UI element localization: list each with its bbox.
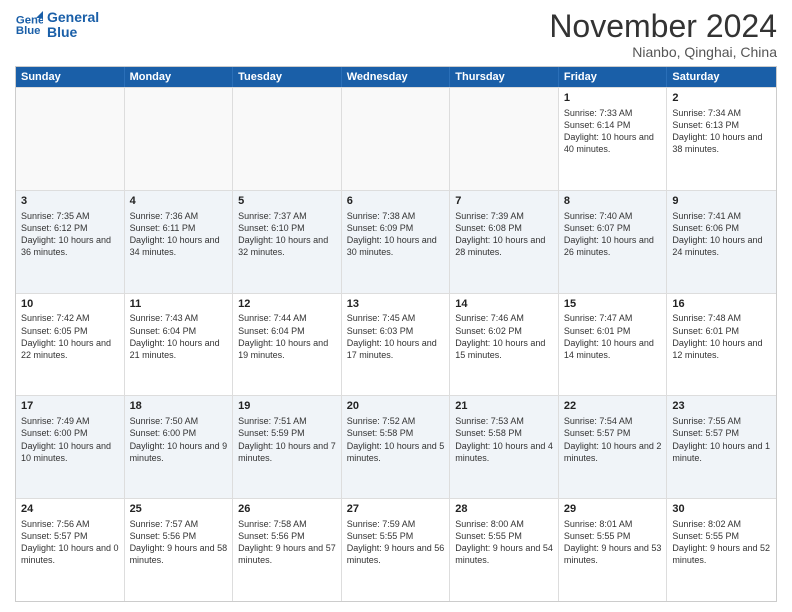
day-number: 25 [130,502,228,517]
day-cell-10: 10Sunrise: 7:42 AM Sunset: 6:05 PM Dayli… [16,294,125,396]
day-cell-29: 29Sunrise: 8:01 AM Sunset: 5:55 PM Dayli… [559,499,668,601]
day-cell-1: 1Sunrise: 7:33 AM Sunset: 6:14 PM Daylig… [559,88,668,190]
svg-text:Blue: Blue [16,25,41,37]
day-cell-21: 21Sunrise: 7:53 AM Sunset: 5:58 PM Dayli… [450,396,559,498]
day-cell-20: 20Sunrise: 7:52 AM Sunset: 5:58 PM Dayli… [342,396,451,498]
day-cell-4: 4Sunrise: 7:36 AM Sunset: 6:11 PM Daylig… [125,191,234,293]
title-area: November 2024 Nianbo, Qinghai, China [549,10,777,60]
empty-cell [233,88,342,190]
calendar: SundayMondayTuesdayWednesdayThursdayFrid… [15,66,777,602]
day-number: 20 [347,399,445,414]
day-number: 16 [672,297,771,312]
day-number: 30 [672,502,771,517]
day-cell-22: 22Sunrise: 7:54 AM Sunset: 5:57 PM Dayli… [559,396,668,498]
day-cell-17: 17Sunrise: 7:49 AM Sunset: 6:00 PM Dayli… [16,396,125,498]
day-number: 12 [238,297,336,312]
header-day-wednesday: Wednesday [342,67,451,87]
day-number: 28 [455,502,553,517]
day-cell-24: 24Sunrise: 7:56 AM Sunset: 5:57 PM Dayli… [16,499,125,601]
day-cell-27: 27Sunrise: 7:59 AM Sunset: 5:55 PM Dayli… [342,499,451,601]
day-cell-9: 9Sunrise: 7:41 AM Sunset: 6:06 PM Daylig… [667,191,776,293]
calendar-row-5: 24Sunrise: 7:56 AM Sunset: 5:57 PM Dayli… [16,498,776,601]
day-cell-23: 23Sunrise: 7:55 AM Sunset: 5:57 PM Dayli… [667,396,776,498]
header-day-saturday: Saturday [667,67,776,87]
header-day-monday: Monday [125,67,234,87]
day-number: 7 [455,194,553,209]
day-cell-3: 3Sunrise: 7:35 AM Sunset: 6:12 PM Daylig… [16,191,125,293]
day-number: 18 [130,399,228,414]
day-cell-30: 30Sunrise: 8:02 AM Sunset: 5:55 PM Dayli… [667,499,776,601]
empty-cell [342,88,451,190]
day-number: 27 [347,502,445,517]
calendar-body: 1Sunrise: 7:33 AM Sunset: 6:14 PM Daylig… [16,87,776,601]
day-number: 2 [672,91,771,106]
location: Nianbo, Qinghai, China [549,44,777,60]
header-day-friday: Friday [559,67,668,87]
header-day-sunday: Sunday [16,67,125,87]
day-number: 29 [564,502,662,517]
day-number: 13 [347,297,445,312]
day-cell-26: 26Sunrise: 7:58 AM Sunset: 5:56 PM Dayli… [233,499,342,601]
day-cell-19: 19Sunrise: 7:51 AM Sunset: 5:59 PM Dayli… [233,396,342,498]
day-number: 10 [21,297,119,312]
header-day-tuesday: Tuesday [233,67,342,87]
day-cell-12: 12Sunrise: 7:44 AM Sunset: 6:04 PM Dayli… [233,294,342,396]
empty-cell [125,88,234,190]
logo-icon: General Blue [15,11,43,39]
day-number: 17 [21,399,119,414]
day-number: 5 [238,194,336,209]
day-cell-11: 11Sunrise: 7:43 AM Sunset: 6:04 PM Dayli… [125,294,234,396]
day-number: 6 [347,194,445,209]
day-cell-16: 16Sunrise: 7:48 AM Sunset: 6:01 PM Dayli… [667,294,776,396]
day-number: 24 [21,502,119,517]
month-title: November 2024 [549,10,777,42]
day-cell-8: 8Sunrise: 7:40 AM Sunset: 6:07 PM Daylig… [559,191,668,293]
calendar-row-1: 1Sunrise: 7:33 AM Sunset: 6:14 PM Daylig… [16,87,776,190]
day-number: 3 [21,194,119,209]
calendar-row-4: 17Sunrise: 7:49 AM Sunset: 6:00 PM Dayli… [16,395,776,498]
day-number: 15 [564,297,662,312]
logo-text: General Blue [47,10,99,41]
day-number: 19 [238,399,336,414]
header-day-thursday: Thursday [450,67,559,87]
calendar-header: SundayMondayTuesdayWednesdayThursdayFrid… [16,67,776,87]
day-cell-18: 18Sunrise: 7:50 AM Sunset: 6:00 PM Dayli… [125,396,234,498]
day-number: 14 [455,297,553,312]
day-cell-13: 13Sunrise: 7:45 AM Sunset: 6:03 PM Dayli… [342,294,451,396]
empty-cell [16,88,125,190]
day-cell-7: 7Sunrise: 7:39 AM Sunset: 6:08 PM Daylig… [450,191,559,293]
day-number: 9 [672,194,771,209]
day-number: 26 [238,502,336,517]
page-header: General Blue General Blue November 2024 … [15,10,777,60]
day-number: 4 [130,194,228,209]
day-cell-6: 6Sunrise: 7:38 AM Sunset: 6:09 PM Daylig… [342,191,451,293]
day-number: 23 [672,399,771,414]
day-cell-14: 14Sunrise: 7:46 AM Sunset: 6:02 PM Dayli… [450,294,559,396]
day-cell-2: 2Sunrise: 7:34 AM Sunset: 6:13 PM Daylig… [667,88,776,190]
day-number: 22 [564,399,662,414]
day-cell-28: 28Sunrise: 8:00 AM Sunset: 5:55 PM Dayli… [450,499,559,601]
day-cell-5: 5Sunrise: 7:37 AM Sunset: 6:10 PM Daylig… [233,191,342,293]
day-number: 1 [564,91,662,106]
day-cell-15: 15Sunrise: 7:47 AM Sunset: 6:01 PM Dayli… [559,294,668,396]
calendar-row-3: 10Sunrise: 7:42 AM Sunset: 6:05 PM Dayli… [16,293,776,396]
day-number: 8 [564,194,662,209]
day-cell-25: 25Sunrise: 7:57 AM Sunset: 5:56 PM Dayli… [125,499,234,601]
calendar-row-2: 3Sunrise: 7:35 AM Sunset: 6:12 PM Daylig… [16,190,776,293]
logo: General Blue General Blue [15,10,99,41]
day-number: 11 [130,297,228,312]
day-number: 21 [455,399,553,414]
empty-cell [450,88,559,190]
calendar-page: General Blue General Blue November 2024 … [0,0,792,612]
